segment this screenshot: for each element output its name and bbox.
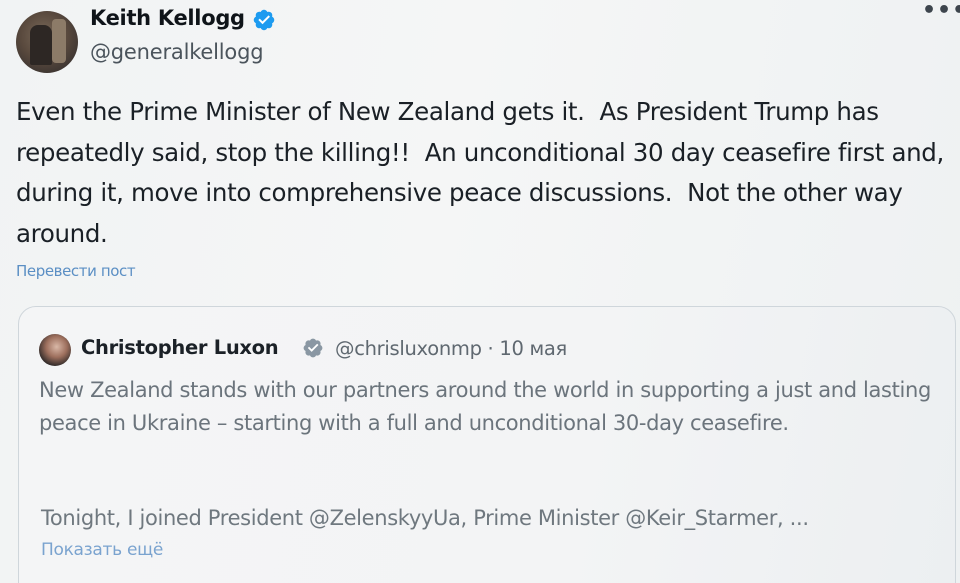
- avatar-figure-2: [52, 19, 66, 63]
- author-handle[interactable]: @generalkellogg: [90, 40, 264, 64]
- quoted-handle-date[interactable]: @chrisluxonmp · 10 мая: [335, 337, 567, 360]
- avatar-figure: [30, 25, 52, 65]
- author-display-name[interactable]: Keith Kellogg: [90, 6, 245, 30]
- post-text: Even the Prime Minister of New Zealand g…: [16, 97, 952, 248]
- quoted-author-avatar[interactable]: [39, 334, 71, 366]
- verified-badge-icon: [253, 9, 275, 31]
- quoted-post-text: New Zealand stands with our partners aro…: [39, 378, 931, 435]
- author-avatar[interactable]: [16, 11, 78, 73]
- quoted-post-text-continued: Tonight, I joined President @ZelenskyyUa…: [41, 506, 809, 530]
- translate-post-link[interactable]: Перевести пост: [16, 262, 136, 280]
- quoted-post-card[interactable]: Christopher Luxon @chrisluxonmp · 10 мая…: [18, 306, 956, 583]
- post-view: Keith Kellogg @generalkellogg ••• Even t…: [0, 0, 960, 583]
- quoted-author-name[interactable]: Christopher Luxon: [81, 336, 279, 359]
- more-options-icon[interactable]: •••: [922, 0, 960, 23]
- show-more-link[interactable]: Показать ещё: [41, 540, 163, 560]
- quoted-verified-badge-icon: [303, 338, 323, 358]
